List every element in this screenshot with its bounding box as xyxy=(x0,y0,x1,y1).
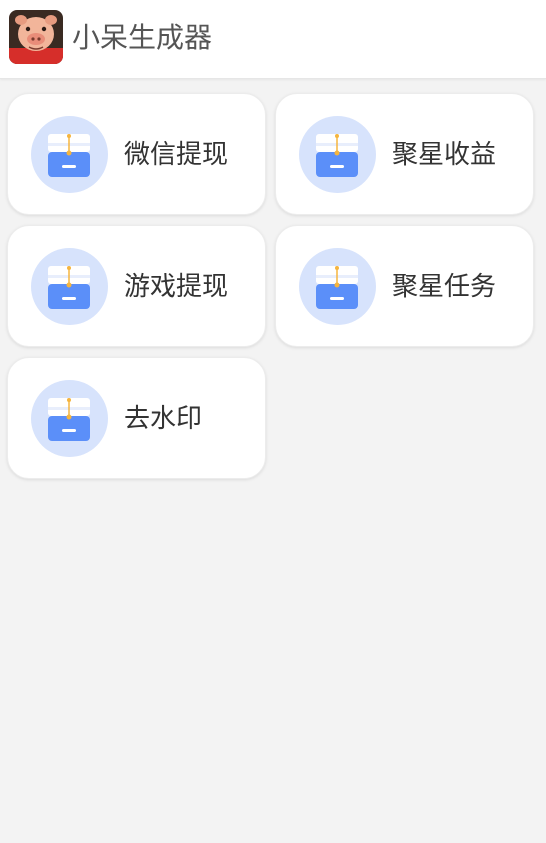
menu-item-label: 游戏提现 xyxy=(124,272,229,302)
menu-item-label: 聚星收益 xyxy=(392,140,497,170)
menu-item-wechat-withdraw[interactable]: 微信提现 xyxy=(7,93,266,215)
menu-item-remove-watermark[interactable]: 去水印 xyxy=(7,357,266,479)
menu-item-label: 微信提现 xyxy=(124,140,229,170)
inbox-tray-icon xyxy=(31,380,108,457)
menu-item-game-withdraw[interactable]: 游戏提现 xyxy=(7,225,266,347)
menu-item-label: 去水印 xyxy=(124,404,203,434)
menu-grid: 微信提现 聚星收益 游戏提现 聚星任务 去水印 xyxy=(0,0,546,843)
inbox-tray-icon xyxy=(31,248,108,325)
inbox-tray-icon xyxy=(299,116,376,193)
menu-item-juxing-earnings[interactable]: 聚星收益 xyxy=(275,93,534,215)
menu-item-juxing-tasks[interactable]: 聚星任务 xyxy=(275,225,534,347)
inbox-tray-icon xyxy=(31,116,108,193)
menu-item-label: 聚星任务 xyxy=(392,272,497,302)
inbox-tray-icon xyxy=(299,248,376,325)
